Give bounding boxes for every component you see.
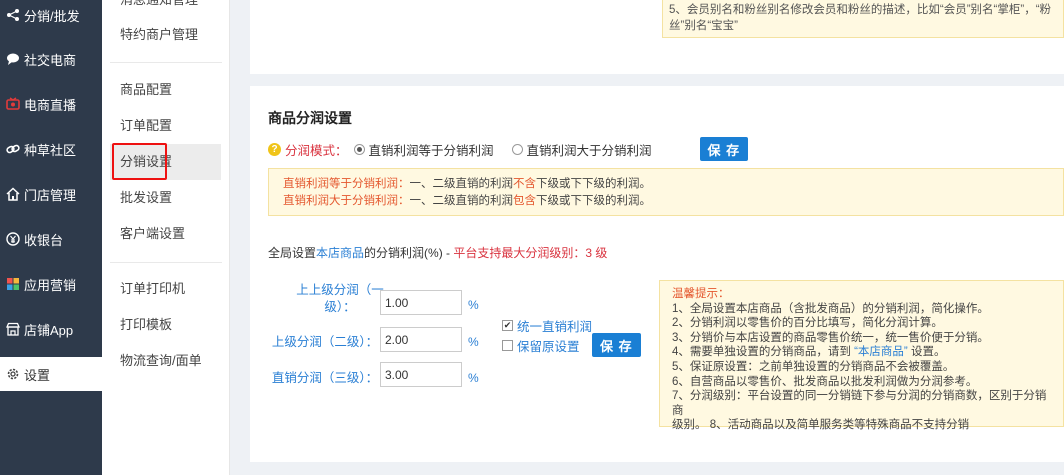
profit-save-button[interactable]: 保 存 <box>592 333 641 357</box>
mode-label: 分润模式： <box>285 143 348 158</box>
nav-item-community[interactable]: 种草社区 <box>0 132 102 166</box>
tip-line: 3、分销价与本店设置的商品零售价统一，统一售价便于分销。 <box>672 331 989 344</box>
share-icon <box>6 8 20 22</box>
nav-item-live[interactable]: 电商直播 <box>0 87 102 121</box>
tip-line: 5、保证原设置：之前单独设置的分销商品不会被覆盖。 <box>672 360 955 373</box>
global-mid: 的分销利润(%) - <box>364 246 454 260</box>
nav-label: 种草社区 <box>24 142 77 158</box>
top-tip-line: 5、会员别名和粉丝别名修改会员和粉丝的描述，比如“会员”别名“掌柜”，“粉 <box>669 4 1052 16</box>
main-nav: 分销/批发 社交电商 电商直播 种草社区 门店管理 收银台 应用营销 店铺App… <box>0 0 102 475</box>
nav-label: 店铺App <box>24 322 74 338</box>
nav-label: 电商直播 <box>24 97 77 113</box>
submenu-item-wholesale[interactable]: 批发设置 <box>120 188 172 208</box>
global-settings-row: 全局设置本店商品的分销利润(%) - 平台支持最大分润级别：3 级 <box>268 244 607 261</box>
tip-key: 直销利润大于分销利润： <box>283 195 410 207</box>
tip-text: 一、二级直销的利润 <box>409 195 514 207</box>
mode-tip-line-1: 直销利润等于分销利润：一、二级直销的利润不含下级或下下级的利润。 <box>283 176 1049 193</box>
nav-item-distribution[interactable]: 分销/批发 <box>0 0 102 32</box>
nav-label: 设置 <box>24 367 51 383</box>
tip-line: 6、自营商品以零售价、批发商品以批发利润做为分润参考。 <box>672 375 978 388</box>
radio-greater-label[interactable]: 直销利润大于分销利润 <box>527 140 652 159</box>
link-icon <box>6 142 20 156</box>
tip-text: 下级或下下级的利润。 <box>536 178 651 190</box>
nav-label: 应用营销 <box>24 277 77 293</box>
nav-label: 分销/批发 <box>24 8 80 24</box>
level1-input[interactable] <box>380 290 462 315</box>
mode-save-button[interactable]: 保 存 <box>699 137 749 161</box>
tip-line: 7、分润级别：平台设置的同一分销链下参与分润的分销商数，区别于分销商 <box>672 390 1047 417</box>
tip-text: 一、二级直销的利润 <box>409 178 514 190</box>
tip-key: 直销利润等于分销利润： <box>283 178 410 190</box>
keep-checkbox[interactable]: 保留原设置 <box>502 336 580 355</box>
unify-checkbox-box[interactable]: ✔ <box>502 320 513 331</box>
tip-text: 设置。 <box>907 346 946 359</box>
tip-line: 级别。 8、活动商品以及简单服务类等特殊商品不支持分销 <box>672 419 970 432</box>
level2-input[interactable] <box>380 327 462 352</box>
main-content: 5、会员别名和粉丝别名修改会员和粉丝的描述，比如“会员”别名“掌柜”，“粉 丝”… <box>230 0 1064 475</box>
nav-item-social[interactable]: 社交电商 <box>0 42 102 76</box>
question-icon[interactable]: ? <box>268 142 281 156</box>
gear-icon <box>6 367 20 381</box>
unify-checkbox[interactable]: ✔ 统一直销利润 <box>502 316 592 335</box>
nav-label: 门店管理 <box>24 187 77 203</box>
max-level-hint: 平台支持最大分润级别：3 级 <box>453 246 608 260</box>
submenu-divider <box>110 62 222 63</box>
radio-equal[interactable] <box>353 143 365 155</box>
tip-emphasis: 不含 <box>513 178 536 190</box>
level3-unit: % <box>468 371 479 385</box>
profit-settings-panel: 商品分润设置 ? 分润模式： 直销利润等于分销利润 直销利润大于分销利润 保 存… <box>250 86 1064 462</box>
section-title: 商品分润设置 <box>268 110 352 126</box>
submenu-item-notifications[interactable]: 消息通知管理 <box>120 0 198 10</box>
home-icon <box>6 187 20 201</box>
shop-icon <box>6 322 20 336</box>
submenu-divider <box>110 262 222 263</box>
mode-tip-line-2: 直销利润大于分销利润：一、二级直销的利润包含下级或下下级的利润。 <box>283 193 1049 210</box>
nav-item-marketing[interactable]: 应用营销 <box>0 267 102 301</box>
nav-item-settings[interactable]: 设置 <box>0 357 102 391</box>
tips-store-products-link[interactable]: “本店商品” <box>854 346 908 358</box>
apps-icon <box>6 277 20 291</box>
yen-icon <box>6 232 20 246</box>
nav-item-cashier[interactable]: 收银台 <box>0 222 102 256</box>
submenu-item-order-config[interactable]: 订单配置 <box>120 116 172 136</box>
submenu-item-product-config[interactable]: 商品配置 <box>120 80 172 100</box>
submenu-item-logistics[interactable]: 物流查询/面单 <box>120 351 202 371</box>
top-tip-line: 丝”别名“宝宝” <box>669 20 738 32</box>
tip-line: 2、分销利润以零售价的百分比填写，简化分润计算。 <box>672 317 943 330</box>
tips-title: 温馨提示： <box>672 288 730 300</box>
tip-line: 1、全局设置本店商品（含批发商品）的分销利润，简化操作。 <box>672 302 989 315</box>
tip-emphasis: 包含 <box>513 195 536 207</box>
radio-equal-label[interactable]: 直销利润等于分销利润 <box>369 140 494 159</box>
level2-label: 上级分润（二级）： <box>271 335 379 349</box>
mode-tip: 直销利润等于分销利润：一、二级直销的利润不含下级或下下级的利润。 直销利润大于分… <box>268 168 1064 216</box>
level3-label: 直销分润（三级）： <box>271 371 379 385</box>
level3-input[interactable] <box>380 362 462 387</box>
submenu-item-client[interactable]: 客户端设置 <box>120 224 185 244</box>
nav-label: 收银台 <box>24 232 64 248</box>
mode-row: ? 分润模式： 直销利润等于分销利润 直销利润大于分销利润 保 存 <box>268 137 749 161</box>
chat-icon <box>6 52 20 66</box>
warm-tips: 温馨提示： 1、全局设置本店商品（含批发商品）的分销利润，简化操作。 2、分销利… <box>659 280 1064 431</box>
level1-unit: % <box>468 298 479 312</box>
submenu-item-merchants[interactable]: 特约商户管理 <box>120 25 198 45</box>
highlight-box <box>112 143 167 180</box>
unify-label[interactable]: 统一直销利润 <box>517 316 592 335</box>
nav-label: 社交电商 <box>24 52 77 68</box>
store-products-link[interactable]: 本店商品 <box>316 246 364 260</box>
global-prefix: 全局设置 <box>268 246 317 260</box>
tip-line: 4、需要单独设置的分销商品，请到 “本店商品” 设置。 <box>672 345 1051 360</box>
level2-unit: % <box>468 335 479 349</box>
submenu-item-printer[interactable]: 订单打印机 <box>120 279 185 299</box>
keep-label[interactable]: 保留原设置 <box>517 336 580 355</box>
nav-item-app[interactable]: 店铺App <box>0 312 102 346</box>
tip-text: 4、需要单独设置的分销商品，请到 <box>672 346 855 359</box>
top-tip: 5、会员别名和粉丝别名修改会员和粉丝的描述，比如“会员”别名“掌柜”，“粉 丝”… <box>662 0 1064 38</box>
radio-greater[interactable] <box>511 143 523 155</box>
keep-checkbox-box[interactable] <box>502 340 513 351</box>
tip-text: 下级或下下级的利润。 <box>536 195 651 207</box>
tv-icon <box>6 97 20 111</box>
submenu-item-print-template[interactable]: 打印模板 <box>120 315 172 335</box>
nav-item-store[interactable]: 门店管理 <box>0 177 102 211</box>
settings-submenu: 消息通知管理 特约商户管理 商品配置 订单配置 分销设置 批发设置 客户端设置 … <box>102 0 230 475</box>
